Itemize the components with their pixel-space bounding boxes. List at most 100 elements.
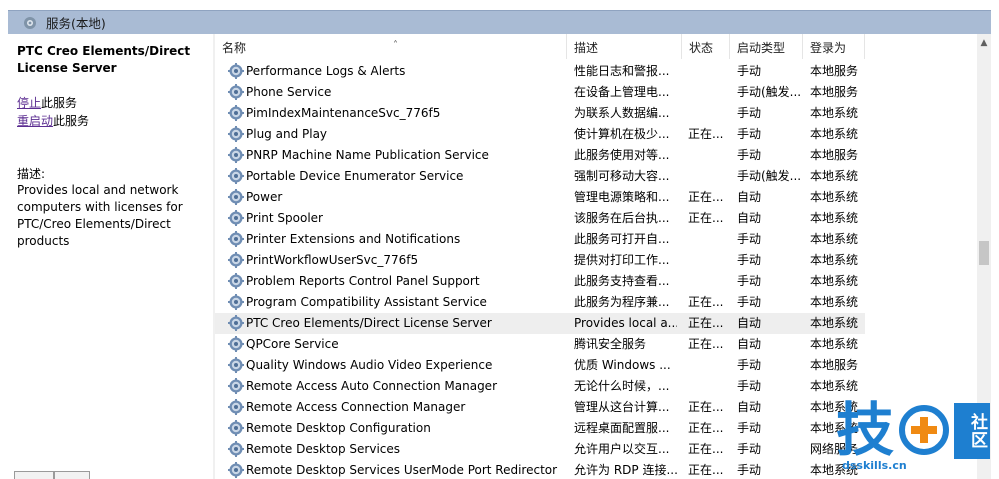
service-status-cell	[688, 229, 728, 250]
table-row[interactable]: Remote Desktop Services UserMode Port Re…	[215, 460, 865, 479]
table-row[interactable]: PTC Creo Elements/Direct License Server P…	[215, 313, 865, 334]
service-status-cell	[688, 103, 728, 124]
service-startup-cell: 自动	[737, 316, 762, 330]
service-name-cell: Program Compatibility Assistant Service	[246, 295, 487, 309]
service-name-cell: Remote Desktop Services	[246, 442, 401, 456]
stop-service-action: 停止此服务	[17, 95, 77, 112]
service-description-cell: 优质 Windows ...	[574, 358, 671, 372]
stop-service-suffix: 此服务	[41, 96, 78, 110]
column-header-log-on-as[interactable]: 登录为	[803, 34, 865, 59]
restart-service-link[interactable]: 重启动	[17, 114, 53, 128]
service-logon-cell: 本地系统	[810, 169, 859, 183]
column-header-startup-type[interactable]: 启动类型	[730, 34, 803, 59]
service-description-cell: 使计算机在极少...	[574, 127, 670, 141]
table-row[interactable]: Performance Logs & Alerts 性能日志和警报... 手动 本地服…	[215, 61, 865, 82]
table-row[interactable]: Printer Extensions and Notifications 此服务可…	[215, 229, 865, 250]
service-description-cell: 提供对打印工作...	[574, 253, 670, 267]
table-row[interactable]: PrintWorkflowUserSvc_776f5 提供对打印工作... 手动 本地…	[215, 250, 865, 271]
service-logon-cell: 本地系统	[810, 316, 859, 330]
table-row[interactable]: Portable Device Enumerator Service 强制可移动大…	[215, 166, 865, 187]
service-name-cell: Quality Windows Audio Video Experience	[246, 358, 493, 372]
table-row[interactable]: Problem Reports Control Panel Support 此服务…	[215, 271, 865, 292]
service-gear-icon	[228, 357, 244, 373]
service-description-cell: Provides local a...	[574, 316, 677, 330]
table-row[interactable]: Power 管理电源策略和... 正在... 自动 本地系统	[215, 187, 865, 208]
service-gear-icon	[228, 336, 244, 352]
table-row[interactable]: QPCore Service 腾讯安全服务 正在... 自动 本地系统	[215, 334, 865, 355]
scroll-up-icon[interactable]: ▲	[977, 38, 991, 48]
service-gear-icon	[228, 399, 244, 415]
service-logon-cell: 本地系统	[810, 295, 859, 309]
service-status-cell	[688, 271, 728, 292]
service-status-cell: 正在...	[688, 463, 724, 477]
service-name-cell: PimIndexMaintenanceSvc_776f5	[246, 106, 441, 120]
service-startup-cell: 手动	[737, 421, 762, 435]
table-row[interactable]: Plug and Play 使计算机在极少... 正在... 手动 本地系统	[215, 124, 865, 145]
service-startup-cell: 手动	[737, 442, 762, 456]
service-gear-icon	[228, 105, 244, 121]
table-row[interactable]: PNRP Machine Name Publication Service 此服务…	[215, 145, 865, 166]
table-row[interactable]: Phone Service 在设备上管理电... 手动(触发... 本地服务	[215, 82, 865, 103]
service-status-cell	[688, 145, 728, 166]
service-status-cell	[688, 250, 728, 271]
service-status-cell	[688, 376, 728, 397]
selected-service-name: PTC Creo Elements/Direct License Server	[17, 44, 191, 75]
stop-service-link[interactable]: 停止	[17, 96, 41, 110]
column-header-description[interactable]: 描述	[567, 34, 682, 59]
tab-extended[interactable]	[14, 471, 54, 479]
column-header-name[interactable]: 名称 ˄	[215, 34, 567, 59]
tab-standard[interactable]	[54, 471, 90, 479]
service-startup-cell: 手动	[737, 358, 762, 372]
service-startup-cell: 手动	[737, 379, 762, 393]
table-header: 名称 ˄ 描述 状态 启动类型 登录为	[215, 34, 977, 59]
table-row[interactable]: Remote Access Auto Connection Manager 无论什…	[215, 376, 865, 397]
service-name-cell: Problem Reports Control Panel Support	[246, 274, 480, 288]
table-row[interactable]: Remote Desktop Services 允许用户以交互... 正在... 手动…	[215, 439, 865, 460]
site-watermark-logo: 技 社区 dsskills.cn	[836, 398, 996, 478]
table-row[interactable]: Remote Access Connection Manager 管理从这台计算.…	[215, 397, 865, 418]
service-name-cell: Phone Service	[246, 85, 332, 99]
service-gear-icon	[228, 252, 244, 268]
service-startup-cell: 手动(触发...	[737, 85, 802, 99]
scrollbar-thumb[interactable]	[979, 241, 989, 265]
service-logon-cell: 本地服务	[810, 64, 859, 78]
column-header-status[interactable]: 状态	[682, 34, 730, 59]
service-logon-cell: 本地服务	[810, 148, 859, 162]
service-logon-cell: 本地系统	[810, 274, 859, 288]
table-row[interactable]: PimIndexMaintenanceSvc_776f5 为联系人数据编... 手动…	[215, 103, 865, 124]
service-status-cell: 正在...	[688, 421, 724, 435]
service-gear-icon	[228, 294, 244, 310]
service-status-cell: 正在...	[688, 295, 724, 309]
service-startup-cell: 手动	[737, 295, 762, 309]
sort-ascending-icon: ˄	[393, 40, 398, 51]
watermark-char: 技	[836, 396, 895, 464]
service-description-cell: 此服务支持查看...	[574, 274, 670, 288]
service-startup-cell: 手动	[737, 64, 762, 78]
service-startup-cell: 手动(触发...	[737, 169, 802, 183]
panel-title: 服务(本地)	[46, 16, 106, 31]
table-row[interactable]: Quality Windows Audio Video Experience 优质…	[215, 355, 865, 376]
service-name-cell: Performance Logs & Alerts	[246, 64, 406, 78]
service-gear-icon	[228, 84, 244, 100]
table-row[interactable]: Program Compatibility Assistant Service 此…	[215, 292, 865, 313]
service-logon-cell: 本地服务	[810, 358, 859, 372]
service-name-cell: Print Spooler	[246, 211, 323, 225]
watermark-url: dsskills.cn	[842, 459, 907, 472]
service-gear-icon	[228, 462, 244, 478]
service-description-cell: 此服务使用对等...	[574, 148, 670, 162]
description-label: 描述:	[17, 167, 46, 181]
service-logon-cell: 本地系统	[810, 106, 859, 120]
service-gear-icon	[228, 210, 244, 226]
table-row[interactable]: Remote Desktop Configuration 远程桌面配置服... 正在…	[215, 418, 865, 439]
service-startup-cell: 手动	[737, 463, 762, 477]
service-status-cell: 正在...	[688, 316, 724, 330]
watermark-box-text: 社区	[954, 403, 990, 459]
panel-titlebar: 服务(本地)	[8, 10, 991, 34]
table-row[interactable]: Print Spooler 该服务在后台执... 正在... 自动 本地系统	[215, 208, 865, 229]
service-name-cell: QPCore Service	[246, 337, 339, 351]
service-startup-cell: 手动	[737, 127, 762, 141]
restart-service-suffix: 此服务	[53, 114, 90, 128]
service-startup-cell: 自动	[737, 211, 762, 225]
service-status-cell: 正在...	[688, 337, 724, 351]
service-gear-icon	[228, 147, 244, 163]
